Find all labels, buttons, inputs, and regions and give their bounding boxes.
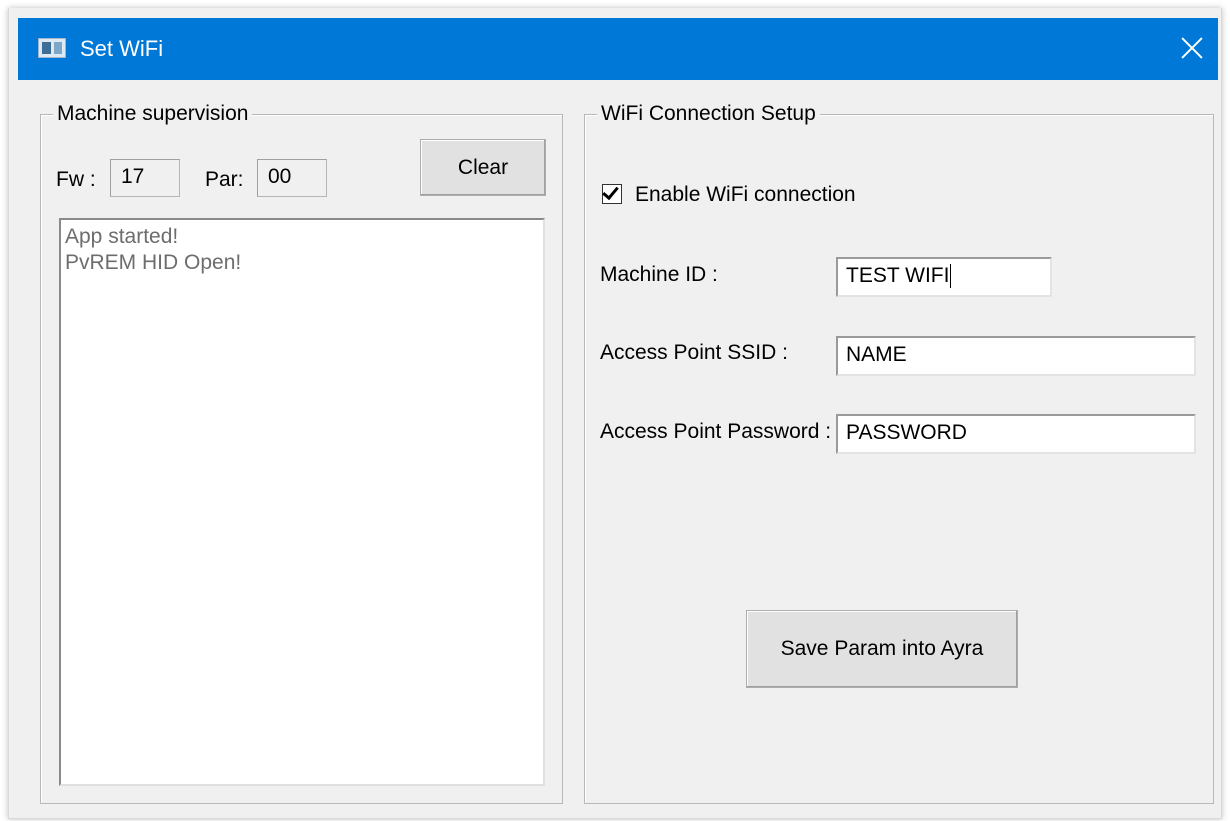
log-line: PvREM HID Open! bbox=[65, 251, 242, 274]
wifi-connection-title: WiFi Connection Setup bbox=[597, 101, 820, 127]
clear-button[interactable]: Clear bbox=[420, 139, 546, 196]
window-title: Set WiFi bbox=[80, 36, 164, 61]
enable-wifi-label[interactable]: Enable WiFi connection bbox=[635, 182, 856, 208]
enable-wifi-checkbox[interactable] bbox=[602, 182, 622, 204]
machine-id-value: TEST WIFI bbox=[846, 264, 950, 287]
log-line: App started! bbox=[65, 225, 179, 248]
par-label: Par: bbox=[205, 168, 244, 191]
ssid-input[interactable]: NAME bbox=[836, 336, 1196, 376]
checkmark-icon bbox=[602, 182, 619, 201]
machine-id-input[interactable]: TEST WIFI bbox=[836, 257, 1052, 297]
password-input[interactable]: PASSWORD bbox=[836, 414, 1196, 454]
password-label: Access Point Password : bbox=[600, 420, 832, 443]
par-value: 00 bbox=[257, 159, 327, 197]
close-icon[interactable] bbox=[1176, 32, 1208, 64]
log-output[interactable]: App started! PvREM HID Open! bbox=[59, 218, 545, 786]
fw-label: Fw : bbox=[56, 168, 96, 191]
wifi-connection-group: WiFi Connection Setup bbox=[584, 101, 1214, 804]
text-caret bbox=[950, 264, 952, 289]
ssid-label: Access Point SSID : bbox=[600, 341, 788, 364]
machine-supervision-title: Machine supervision bbox=[53, 101, 253, 127]
app-window-icon bbox=[38, 38, 66, 58]
fw-value: 17 bbox=[110, 159, 180, 197]
save-param-button[interactable]: Save Param into Ayra bbox=[746, 610, 1018, 688]
machine-id-label: Machine ID : bbox=[600, 263, 718, 286]
title-bar: Set WiFi bbox=[18, 18, 1218, 80]
